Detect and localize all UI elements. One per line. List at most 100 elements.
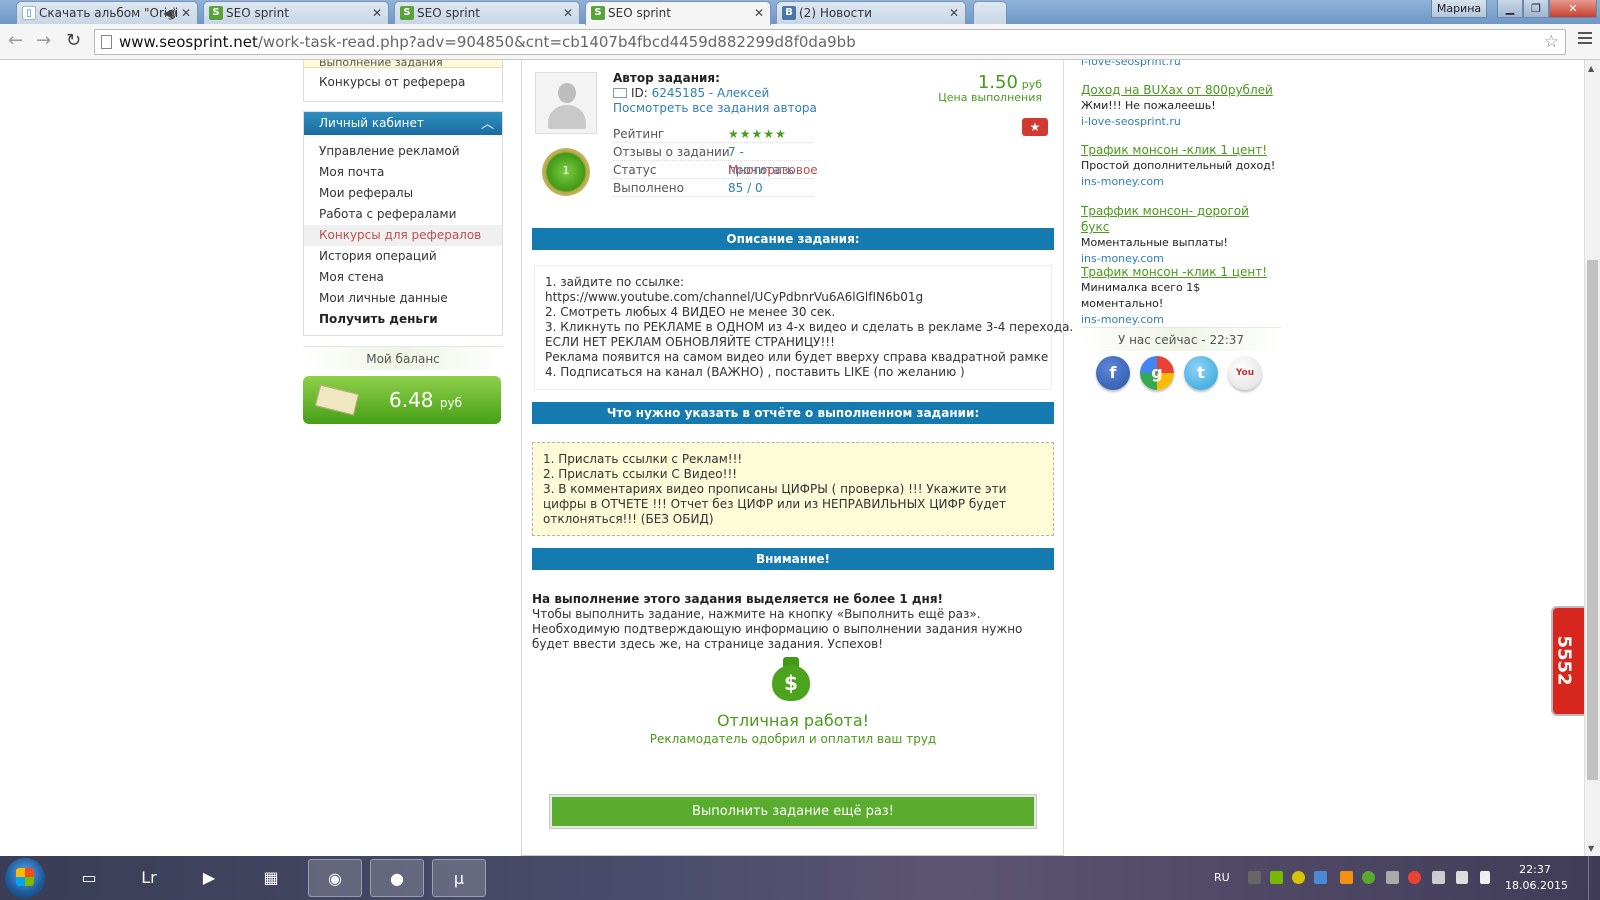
nvidia-icon[interactable] [1270, 871, 1283, 884]
usb-icon[interactable] [1386, 871, 1399, 884]
tab-seo-2[interactable]: S SEO sprint ✕ [394, 1, 580, 24]
balance-button[interactable]: 6.48 руб [303, 376, 501, 424]
cabinet-item[interactable]: Мои личные данные [304, 288, 502, 309]
utorrent-tray-icon[interactable] [1362, 871, 1375, 884]
close-icon[interactable]: ✕ [563, 2, 573, 24]
firefox-icon[interactable]: ● [370, 859, 424, 897]
cabinet-title: Личный кабинет [319, 116, 424, 130]
drive-icon[interactable] [1314, 871, 1327, 884]
ad-desc: Минималка всего 1$ моментально! [1081, 281, 1201, 310]
author-name-link[interactable]: 6245185 - Алексей [652, 86, 770, 100]
calculator-icon[interactable]: ▦ [244, 859, 298, 897]
app-tray-icon[interactable] [1340, 871, 1353, 884]
minimize-button[interactable]: ▁ [1497, 0, 1523, 18]
tab-vk-news[interactable]: B (2) Новости ✕ [776, 1, 966, 24]
money-bag-icon: $ [772, 657, 810, 701]
ad-title[interactable]: Траффик монсон- дорогой букс [1081, 203, 1281, 235]
forward-icon[interactable]: → [36, 31, 51, 51]
language-indicator[interactable]: RU [1214, 856, 1230, 900]
close-icon[interactable]: ✕ [372, 2, 382, 24]
scrollbar-thumb[interactable] [1587, 260, 1598, 780]
stat-key: Рейтинг [613, 127, 665, 141]
desc-line: 4. Подписаться на канал (ВАЖНО) , постав… [545, 365, 965, 379]
cabinet-item[interactable]: Управление рекламой [304, 141, 502, 162]
window-close-button[interactable]: ✕ [1549, 0, 1597, 18]
cabinet-item[interactable]: Работа с рефералами [304, 204, 502, 225]
cabinet-item[interactable]: История операций [304, 246, 502, 267]
menu-item-task[interactable]: Выполнение задания [304, 60, 502, 68]
start-button[interactable] [5, 858, 45, 898]
task-description: 1. зайдите по ссылке: https://www.youtube… [534, 265, 1074, 390]
reload-icon[interactable]: ↻ [66, 31, 81, 51]
clock-date: 18.06.2015 [1505, 879, 1568, 892]
address-bar[interactable]: www.seosprint.net/work-task-read.php?adv… [94, 29, 1566, 55]
tab-album[interactable]: ▯ Скачать альбом "Origi ◀) ✕ [16, 1, 198, 24]
ad-title[interactable]: Доход на BUXах от 800рублей [1081, 82, 1281, 98]
windows-logo-icon [16, 868, 34, 886]
cabinet-item[interactable]: Моя почта [304, 162, 502, 183]
mute-icon[interactable]: ◀) [163, 2, 177, 24]
url-path: /work-task-read.php?adv=904850&cnt=cb140… [257, 33, 856, 51]
network-icon[interactable] [1456, 871, 1468, 884]
ad-host[interactable]: i-love-seosprint.ru [1081, 60, 1281, 70]
ad-title[interactable]: Трафик монсон -клик 1 цент! [1081, 142, 1281, 158]
youtube-icon[interactable]: You [1228, 356, 1262, 390]
scroll-down-icon[interactable]: ▼ [1588, 844, 1594, 853]
tab-seo-1[interactable]: S SEO sprint ✕ [203, 1, 389, 24]
maximize-button[interactable]: ❐ [1523, 0, 1549, 18]
ad-host[interactable]: i-love-seosprint.ru [1081, 114, 1281, 130]
media-player-icon[interactable]: ▶ [182, 859, 236, 897]
bookmark-star-icon[interactable]: ☆ [1544, 30, 1559, 54]
utorrent-icon[interactable]: µ [432, 859, 486, 897]
device-icon[interactable] [1432, 871, 1445, 884]
tab-seo-active[interactable]: S SEO sprint ✕ [585, 1, 771, 25]
back-icon[interactable]: ← [8, 31, 23, 51]
notification-icon[interactable] [1248, 871, 1261, 884]
favorite-star-button[interactable]: ★ [1022, 118, 1048, 136]
chevron-up-icon[interactable]: ︿ [481, 113, 494, 136]
cabinet-item[interactable]: Мои рефералы [304, 183, 502, 204]
volume-icon[interactable] [1480, 871, 1490, 884]
author-avatar[interactable] [535, 72, 597, 134]
report-line: 1. Прислать ссылки с Реклам!!! [543, 452, 743, 466]
explorer-icon[interactable]: ▭ [62, 859, 116, 897]
facebook-icon[interactable]: f [1096, 356, 1130, 390]
chrome-menu-icon[interactable] [1578, 32, 1592, 46]
menu-item-referrer-contests[interactable]: Конкурсы от реферера [304, 72, 502, 93]
page-scrollbar[interactable]: ▲ ▼ [1584, 60, 1600, 856]
author-id-prefix: ID: [631, 86, 652, 100]
author-all-tasks-link[interactable]: Посмотреть все задания автора [613, 101, 817, 115]
envelope-icon[interactable] [613, 88, 627, 98]
page-icon [101, 35, 112, 49]
show-desktop-button[interactable] [1588, 856, 1600, 900]
twitter-icon[interactable]: t [1184, 356, 1218, 390]
chrome-icon[interactable]: ◉ [308, 859, 362, 897]
lightroom-icon[interactable]: Lr [122, 859, 176, 897]
ad-title[interactable]: Трафик монсон -клик 1 цент! [1081, 264, 1281, 280]
scroll-up-icon[interactable]: ▲ [1588, 64, 1594, 73]
do-again-button[interactable]: Выполнить задание ещё раз! [550, 795, 1036, 828]
taskbar-clock[interactable]: 22:37 18.06.2015 [1505, 862, 1568, 894]
add-icon[interactable] [1292, 871, 1305, 884]
cabinet-item[interactable]: Получить деньги [304, 309, 502, 330]
stat-value: Многоразовое [728, 163, 818, 177]
cabinet-item[interactable]: Конкурсы для рефералов [304, 225, 502, 246]
price-label: Цена выполнения [938, 91, 1042, 104]
side-widget[interactable]: 5552 [1551, 606, 1584, 716]
close-icon[interactable]: ✕ [949, 2, 959, 24]
ad-host[interactable]: ins-money.com [1081, 312, 1281, 328]
desc-line: 3. Кликнуть по РЕКЛАМЕ в ОДНОМ из 4-х ви… [545, 320, 1074, 334]
report-line: 3. В комментариях видео прописаны ЦИФРЫ … [543, 482, 1007, 526]
cabinet-header[interactable]: Личный кабинет ︿ [304, 112, 502, 135]
chrome-tray-icon[interactable] [1408, 871, 1421, 884]
close-icon[interactable]: ✕ [181, 2, 191, 24]
new-tab-button[interactable] [973, 1, 1007, 24]
profile-button[interactable]: Марина [1431, 0, 1487, 18]
cabinet-item[interactable]: Моя стена [304, 267, 502, 288]
price-value: 1.50 [977, 72, 1018, 93]
ad-host[interactable]: ins-money.com [1081, 174, 1281, 190]
tab-title: SEO sprint [417, 6, 480, 20]
google-icon[interactable]: g [1140, 356, 1174, 390]
close-icon[interactable]: ✕ [754, 2, 764, 24]
ad-desc: Жми!!! Не пожалеешь! [1081, 99, 1216, 112]
